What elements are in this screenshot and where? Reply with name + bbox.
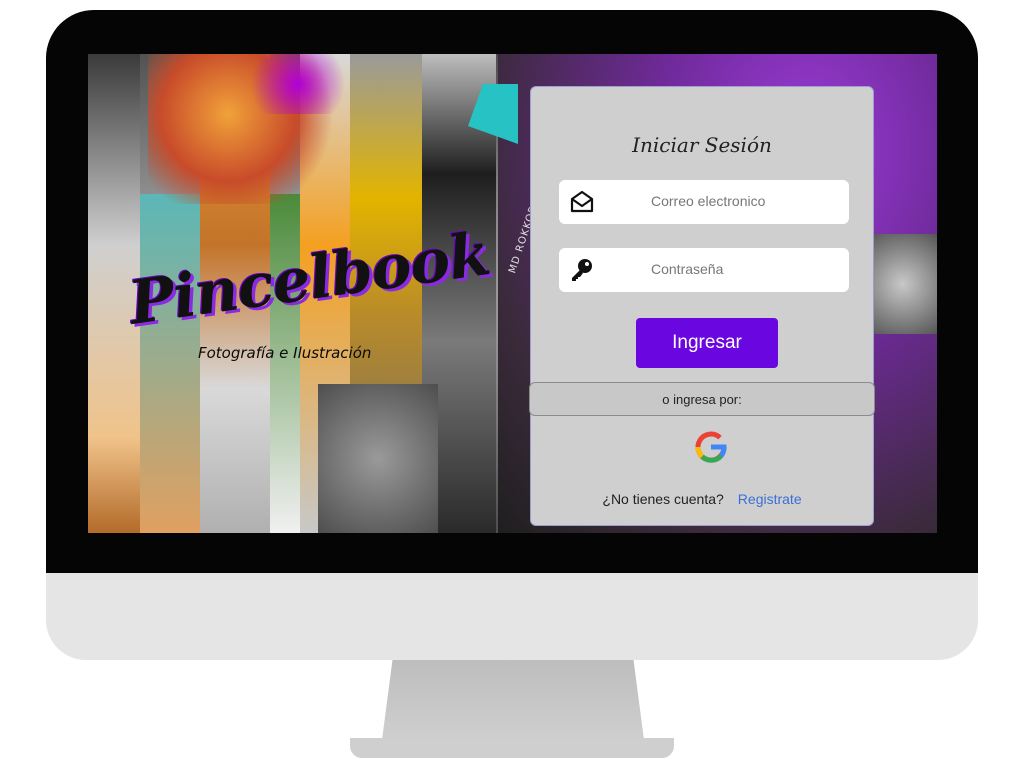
alt-login-label: o ingresa por: [529,382,875,416]
no-account-text: ¿No tienes cuenta? [602,491,724,507]
login-title: Iniciar Sesión [632,133,772,157]
screen: MD ROKKOR Pincelbook Fotografía e Ilustr… [88,54,937,533]
register-link[interactable]: Registrate [738,491,802,507]
monitor-chin [46,573,978,660]
collage-strip [140,194,200,533]
collage-blob [868,234,937,334]
login-button[interactable]: Ingresar [636,318,778,368]
monitor-stand-base [350,738,674,758]
envelope-icon [569,190,595,214]
password-field[interactable]: Contraseña [559,248,849,292]
collage-blob [238,54,358,114]
signup-prompt: ¿No tienes cuenta? Registrate [531,491,873,507]
brand-tagline: Fotografía e Ilustración [198,344,372,362]
password-placeholder: Contraseña [651,261,724,277]
email-placeholder: Correo electronico [651,193,766,209]
monitor-stand-neck [382,660,644,740]
collage-blob [318,384,438,533]
google-icon[interactable] [693,429,729,465]
key-icon [569,258,595,282]
email-field[interactable]: Correo electronico [559,180,849,224]
login-card: Iniciar Sesión Correo electronico Contra… [529,86,875,526]
